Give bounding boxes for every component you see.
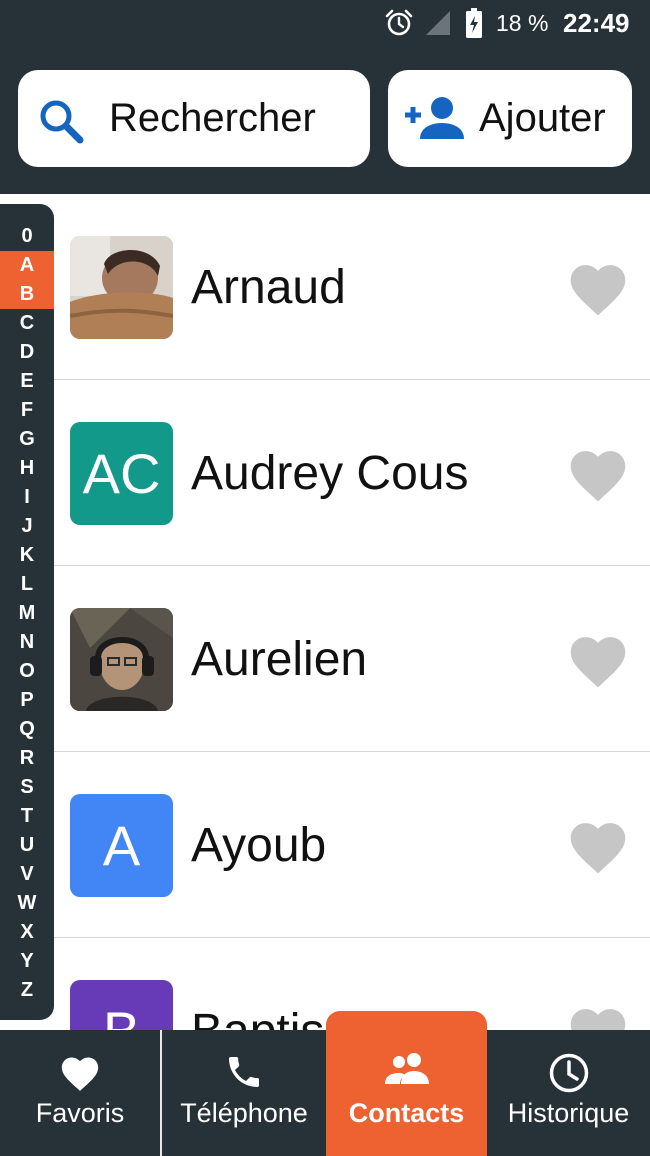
contact-list[interactable]: Arnaud AC Audrey Cous Aurelien A Ayoub <box>0 194 650 1030</box>
alphabet-letter-d[interactable]: D <box>0 338 54 367</box>
favorite-heart-icon[interactable] <box>565 257 631 317</box>
contact-avatar-initials: B <box>70 980 173 1030</box>
tab-historique[interactable]: Historique <box>487 1030 650 1156</box>
contact-row-aurelien[interactable]: Aurelien <box>54 566 650 752</box>
alphabet-letter-o[interactable]: O <box>0 657 54 686</box>
contact-avatar-initials: AC <box>70 422 173 525</box>
tab-label: Téléphone <box>180 1098 308 1128</box>
contact-avatar-initials: A <box>70 794 173 897</box>
favorite-heart-icon[interactable] <box>565 815 631 875</box>
alphabet-letter-0[interactable]: 0 <box>0 222 54 251</box>
alphabet-letter-s[interactable]: S <box>0 773 54 802</box>
signal-icon <box>425 0 451 46</box>
add-person-icon <box>402 95 464 146</box>
clock: 22:49 <box>563 7 630 38</box>
tab-contacts[interactable]: Contacts <box>326 1011 487 1156</box>
alphabet-letter-y[interactable]: Y <box>0 947 54 976</box>
alarm-icon <box>385 0 413 46</box>
contact-photo <box>70 236 173 339</box>
phone-icon <box>224 1052 264 1097</box>
battery-percent: 18 % <box>496 9 549 36</box>
add-contact-button[interactable]: Ajouter <box>388 70 632 167</box>
contact-name: Ayoub <box>191 818 327 872</box>
bottom-nav: Favoris Téléphone Contacts Historique <box>0 1011 650 1156</box>
add-contact-label: Ajouter <box>479 96 606 140</box>
tab-label: Favoris <box>35 1098 125 1128</box>
alphabet-letter-c[interactable]: C <box>0 309 54 338</box>
heart-icon <box>58 1052 102 1097</box>
contact-name: Audrey Cous <box>191 446 469 500</box>
alphabet-letter-p[interactable]: P <box>0 686 54 715</box>
top-toolbar: Rechercher Ajouter <box>0 46 650 194</box>
alphabet-letter-n[interactable]: N <box>0 628 54 657</box>
favorite-heart-icon[interactable] <box>565 629 631 689</box>
people-icon <box>384 1052 430 1089</box>
tab-telephone[interactable]: Téléphone <box>162 1030 326 1156</box>
clock-icon <box>548 1052 590 1099</box>
alphabet-letter-i[interactable]: I <box>0 483 54 512</box>
alphabet-letter-w[interactable]: W <box>0 889 54 918</box>
tab-label: Historique <box>507 1098 630 1128</box>
alphabet-letter-t[interactable]: T <box>0 802 54 831</box>
alphabet-letter-b[interactable]: B <box>0 280 54 309</box>
search-icon <box>38 98 84 149</box>
contact-row-audrey-cous[interactable]: AC Audrey Cous <box>54 380 650 566</box>
alphabet-index[interactable]: 0ABCDEFGHIJKLMNOPQRSTUVWXYZ <box>0 204 54 1020</box>
alphabet-letter-q[interactable]: Q <box>0 715 54 744</box>
favorite-heart-icon[interactable] <box>565 443 631 503</box>
alphabet-letter-h[interactable]: H <box>0 454 54 483</box>
alphabet-letter-u[interactable]: U <box>0 831 54 860</box>
contact-name: Arnaud <box>191 260 346 314</box>
alphabet-letter-x[interactable]: X <box>0 918 54 947</box>
alphabet-letter-l[interactable]: L <box>0 570 54 599</box>
alphabet-letter-v[interactable]: V <box>0 860 54 889</box>
status-bar: 18 % 22:49 <box>0 0 650 46</box>
alphabet-letter-k[interactable]: K <box>0 541 54 570</box>
favorite-heart-icon[interactable] <box>565 1001 631 1030</box>
alphabet-letter-z[interactable]: Z <box>0 976 54 1005</box>
tab-label: Contacts <box>348 1098 465 1128</box>
search-button[interactable]: Rechercher <box>18 70 370 167</box>
battery-charging-icon <box>465 0 483 46</box>
alphabet-letter-m[interactable]: M <box>0 599 54 628</box>
alphabet-letter-a[interactable]: A <box>0 251 54 280</box>
contact-photo <box>70 608 173 711</box>
contact-name: Baptis <box>191 938 324 1031</box>
alphabet-letter-j[interactable]: J <box>0 512 54 541</box>
alphabet-letter-r[interactable]: R <box>0 744 54 773</box>
alphabet-letter-e[interactable]: E <box>0 367 54 396</box>
tab-favoris[interactable]: Favoris <box>0 1030 160 1156</box>
search-button-label: Rechercher <box>109 96 316 140</box>
contact-row-arnaud[interactable]: Arnaud <box>54 194 650 380</box>
contact-row-ayoub[interactable]: A Ayoub <box>54 752 650 938</box>
contact-name: Aurelien <box>191 632 368 686</box>
alphabet-letter-f[interactable]: F <box>0 396 54 425</box>
alphabet-letter-g[interactable]: G <box>0 425 54 454</box>
